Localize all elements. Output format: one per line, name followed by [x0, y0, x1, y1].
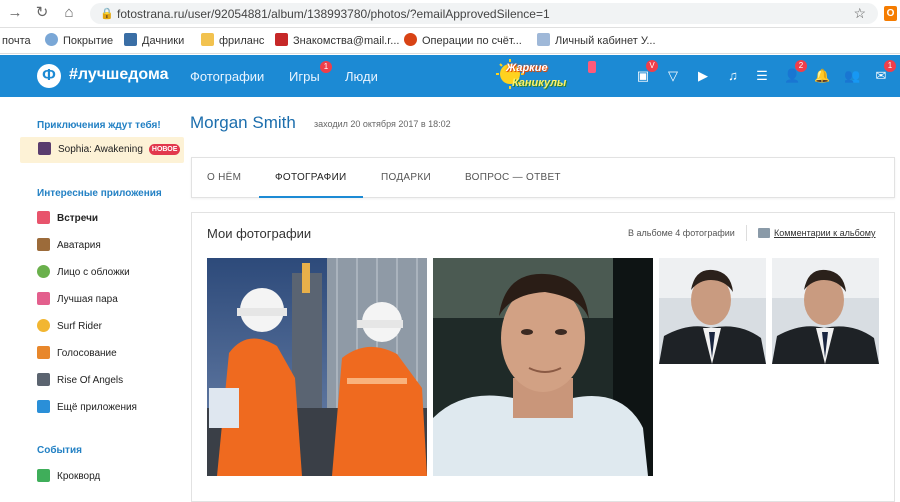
promo-line1: Жаркие: [506, 62, 548, 74]
tab-gifts[interactable]: ПОДАРКИ: [381, 158, 431, 198]
home-icon[interactable]: ⌂: [60, 4, 78, 22]
app-surf-rider[interactable]: Surf Rider: [37, 319, 102, 335]
address-bar[interactable]: 🔒 fotostrana.ru/user/92054881/album/1389…: [90, 3, 878, 24]
angel-icon: [37, 373, 50, 386]
nav-photos[interactable]: Фотографии: [190, 69, 264, 84]
apps-heading: Интересные приложения: [37, 188, 162, 199]
forward-icon[interactable]: →: [6, 4, 24, 22]
photo-suit-2[interactable]: [772, 258, 879, 364]
bookmark-pochta[interactable]: почта: [2, 28, 31, 54]
mail-badge: 1: [884, 60, 896, 72]
nav-games[interactable]: Игры: [289, 69, 320, 84]
photo-workers[interactable]: [207, 258, 427, 476]
album-count: В альбоме 4 фотографии: [628, 228, 735, 238]
diamond-icon[interactable]: ▽: [665, 68, 681, 84]
app-voting[interactable]: Голосование: [37, 346, 117, 362]
photo-suit-1[interactable]: [659, 258, 766, 364]
shield-icon: [537, 33, 550, 46]
app-cover-face[interactable]: Лицо с обложки: [37, 265, 130, 281]
photo-album: Мои фотографии В альбоме 4 фотографии Ко…: [191, 212, 895, 502]
promo-line2: Каникулы: [512, 77, 567, 89]
app-avataria[interactable]: Аватария: [37, 238, 101, 254]
list-icon[interactable]: ☰: [754, 68, 770, 84]
lock-icon: 🔒: [100, 8, 114, 20]
comment-icon: [758, 228, 770, 238]
bookmark-frilans[interactable]: фриланс: [201, 28, 264, 54]
last-seen-text: заходил 20 октября 2017 в 18:02: [314, 119, 451, 129]
sophia-game-icon: [38, 142, 51, 155]
bell-icon[interactable]: 🔔: [814, 68, 830, 84]
album-title: Мои фотографии: [207, 226, 312, 241]
people-icon[interactable]: 👥: [844, 68, 860, 84]
folder-icon: [201, 33, 214, 46]
profile-name[interactable]: Morgan Smith: [190, 113, 296, 133]
tab-photos[interactable]: ФОТОГРАФИИ: [259, 158, 363, 198]
triangle-icon: [124, 33, 137, 46]
network-icon: [45, 33, 58, 46]
avataria-icon: [37, 238, 50, 251]
odnoklassniki-extension-icon[interactable]: О: [884, 6, 897, 21]
url-text[interactable]: fotostrana.ru/user/92054881/album/138993…: [117, 7, 550, 21]
divider: [746, 225, 747, 241]
app-more[interactable]: Ещё приложения: [37, 400, 137, 416]
album-comments-link[interactable]: Комментарии к альбому: [774, 228, 876, 238]
adventure-heading: Приключения ждут тебя!: [37, 120, 161, 131]
app-rise-of-angels[interactable]: Rise Of Angels: [37, 373, 123, 389]
app-vstrechi[interactable]: Встречи: [37, 211, 98, 227]
nav-people[interactable]: Люди: [345, 69, 378, 84]
featured-game[interactable]: Sophia: Awakening НОВОЕ: [20, 137, 184, 163]
bookmark-operacii[interactable]: Операции по счёт...: [404, 28, 522, 54]
browser-toolbar: → ↻ ⌂ 🔒 fotostrana.ru/user/92054881/albu…: [0, 0, 900, 28]
bookmark-znakomstva[interactable]: Знакомства@mail.r...: [275, 28, 399, 54]
bookmarks-bar: почта Покрытие Дачники фриланс Знакомств…: [0, 28, 900, 54]
bank-icon: [404, 33, 417, 46]
heart-icon: [37, 211, 50, 224]
logo-icon[interactable]: Ф: [37, 64, 61, 88]
site-header: Ф #лучшедома Фотографии Игры 1 Люди Жарк…: [0, 55, 900, 97]
event-crossword[interactable]: Крокворд: [37, 469, 100, 485]
profile-tabs: О НЁМ ФОТОГРАФИИ ПОДАРКИ ВОПРОС — ОТВЕТ: [191, 157, 895, 198]
summer-holidays-promo[interactable]: Жаркие Каникулы: [496, 57, 600, 95]
crossword-icon: [37, 469, 50, 482]
featured-game-label: Sophia: Awakening: [58, 144, 143, 155]
bookmark-star-icon[interactable]: ☆: [853, 5, 866, 22]
left-sidebar: Приключения ждут тебя! Sophia: Awakening…: [20, 97, 184, 498]
new-badge: НОВОЕ: [148, 144, 181, 155]
bookmark-pokrytie[interactable]: Покрытие: [45, 28, 113, 54]
tab-about[interactable]: О НЁМ: [207, 158, 241, 198]
crown-icon: [37, 346, 50, 359]
cover-face-icon: [37, 265, 50, 278]
video-icon[interactable]: ▶: [695, 68, 711, 84]
music-icon[interactable]: ♫: [725, 68, 741, 84]
couple-heart-icon: [37, 292, 50, 305]
x-icon: [275, 33, 288, 46]
bookmark-dachniki[interactable]: Дачники: [124, 28, 184, 54]
tab-qa[interactable]: ВОПРОС — ОТВЕТ: [465, 158, 561, 198]
events-heading: События: [37, 445, 82, 456]
smiley-sunglasses-icon: [37, 319, 50, 332]
featured-game-row: Sophia: Awakening НОВОЕ: [38, 142, 181, 158]
friends-badge: 2: [795, 60, 807, 72]
photo-portrait-white-shirt[interactable]: [433, 258, 653, 476]
reload-icon[interactable]: ↻: [33, 4, 51, 22]
games-badge: 1: [320, 61, 332, 73]
logo-text[interactable]: #лучшедома: [69, 66, 169, 84]
app-best-couple[interactable]: Лучшая пара: [37, 292, 118, 308]
gamepad-icon: [37, 400, 50, 413]
gift-badge: V: [646, 60, 658, 72]
bookmark-lichnyi-kabinet[interactable]: Личный кабинет У...: [537, 28, 656, 54]
